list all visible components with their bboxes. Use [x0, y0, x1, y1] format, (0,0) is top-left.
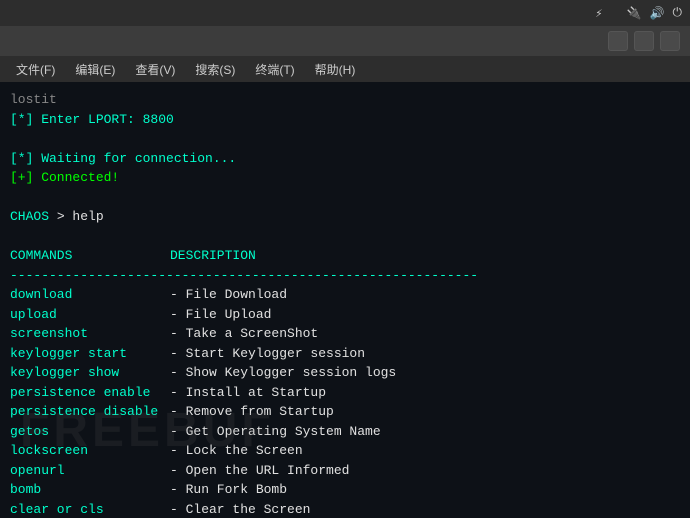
title-bar	[0, 26, 690, 56]
power-icon[interactable]: ⏻	[672, 6, 682, 20]
terminal-line: [*] Waiting for connection...	[10, 149, 680, 169]
terminal-line: openurl- Open the URL Informed	[10, 461, 680, 481]
terminal-line	[10, 188, 680, 208]
volume-icon: 🔊	[650, 6, 665, 21]
terminal-line: keylogger show- Show Keylogger session l…	[10, 363, 680, 383]
terminal-line: [+] Connected!	[10, 168, 680, 188]
terminal-line: [*] Enter LPORT: 8800	[10, 110, 680, 130]
menu-item-s[interactable]: 搜索(S)	[187, 59, 243, 80]
terminal-line: lockscreen- Lock the Screen	[10, 441, 680, 461]
menu-item-h[interactable]: 帮助(H)	[307, 59, 364, 80]
terminal-line: persistence disable- Remove from Startup	[10, 402, 680, 422]
terminal-line: ----------------------------------------…	[10, 266, 680, 286]
terminal-line: bomb- Run Fork Bomb	[10, 480, 680, 500]
terminal-line	[10, 129, 680, 149]
system-bar: ⚡ 🔌 🔊 ⏻	[0, 0, 690, 26]
menu-item-f[interactable]: 文件(F)	[8, 59, 63, 80]
minimize-button[interactable]	[608, 31, 628, 51]
terminal-line: getos- Get Operating System Name	[10, 422, 680, 442]
terminal-line	[10, 227, 680, 247]
terminal-line: clear or cls- Clear the Screen	[10, 500, 680, 518]
window-controls	[608, 31, 680, 51]
terminal-line: download- File Download	[10, 285, 680, 305]
terminal-line: lostit	[10, 90, 680, 110]
terminal-line: screenshot- Take a ScreenShot	[10, 324, 680, 344]
system-bar-right: ⚡ 🔌 🔊 ⏻	[595, 6, 682, 21]
close-button[interactable]	[660, 31, 680, 51]
terminal-line: upload- File Upload	[10, 305, 680, 325]
terminal-line: CHAOS > help	[10, 207, 680, 227]
menu-bar: 文件(F)编辑(E)查看(V)搜索(S)终端(T)帮助(H)	[0, 56, 690, 82]
menu-item-e[interactable]: 编辑(E)	[67, 59, 123, 80]
maximize-button[interactable]	[634, 31, 654, 51]
terminal-line: COMMANDSDESCRIPTION	[10, 246, 680, 266]
terminal[interactable]: FREEBUF lostit[*] Enter LPORT: 8800 [*] …	[0, 82, 690, 518]
plug-icon: 🔌	[627, 6, 642, 21]
terminal-line: persistence enable- Install at Startup	[10, 383, 680, 403]
menu-item-t[interactable]: 终端(T)	[247, 59, 302, 80]
terminal-line: keylogger start- Start Keylogger session	[10, 344, 680, 364]
network-icon: ⚡	[595, 6, 602, 21]
menu-item-v[interactable]: 查看(V)	[127, 59, 183, 80]
